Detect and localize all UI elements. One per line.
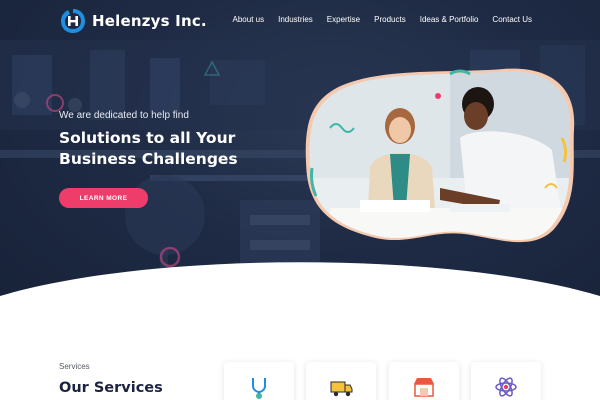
service-card-logistics[interactable]: [306, 362, 376, 400]
hero-headline-line2: Business Challenges: [59, 150, 238, 168]
service-card-technology[interactable]: [471, 362, 541, 400]
brand-logo-icon: [61, 9, 85, 33]
hero-curve-divider: [0, 262, 600, 320]
hero-headline: Solutions to all Your Business Challenge…: [59, 128, 299, 170]
brand[interactable]: Helenzys Inc.: [60, 8, 207, 34]
storefront-icon: [411, 374, 437, 400]
service-card-retail[interactable]: [389, 362, 459, 400]
hero-team-photo: [300, 68, 580, 246]
learn-more-button[interactable]: LEARN MORE: [59, 188, 148, 208]
service-card-healthcare[interactable]: [224, 362, 294, 400]
truck-icon: [328, 374, 354, 400]
nav-expertise[interactable]: Expertise: [327, 15, 360, 24]
top-navbar: Helenzys Inc. About us Industries Expert…: [0, 0, 600, 44]
brand-name: Helenzys Inc.: [92, 12, 207, 30]
stethoscope-icon: [246, 374, 272, 400]
services-title: Our Services: [59, 380, 163, 396]
nav-about-us[interactable]: About us: [233, 15, 265, 24]
hero-tagline: We are dedicated to help find: [59, 110, 189, 121]
main-menu: About us Industries Expertise Products I…: [233, 15, 532, 24]
nav-industries[interactable]: Industries: [278, 15, 313, 24]
hero-headline-line1: Solutions to all Your: [59, 129, 236, 147]
atom-icon: [493, 374, 519, 400]
nav-contact-us[interactable]: Contact Us: [492, 15, 532, 24]
nav-products[interactable]: Products: [374, 15, 406, 24]
services-eyebrow: Services: [59, 362, 90, 371]
nav-ideas-portfolio[interactable]: Ideas & Portfolio: [420, 15, 479, 24]
hero-section: Helenzys Inc. About us Industries Expert…: [0, 0, 600, 320]
